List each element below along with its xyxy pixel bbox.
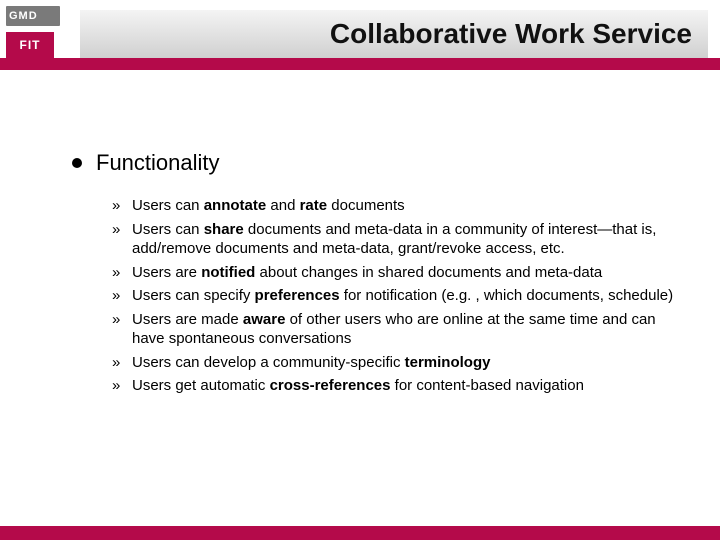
- section-heading: Functionality: [96, 150, 220, 176]
- slide-body: Functionality Users can annotate and rat…: [72, 150, 680, 400]
- title-band: Collaborative Work Service: [80, 10, 708, 58]
- list-item: Users can develop a community-specific t…: [112, 353, 680, 373]
- list-item: Users can share documents and meta-data …: [112, 220, 680, 259]
- slide-title: Collaborative Work Service: [330, 18, 692, 50]
- list-item: Users are notified about changes in shar…: [112, 263, 680, 283]
- bullet-dot-icon: [72, 158, 82, 168]
- list-item: Users can annotate and rate documents: [112, 196, 680, 216]
- bullet-list: Users can annotate and rate documents Use…: [112, 196, 680, 396]
- list-item: Users can specify preferences for notifi…: [112, 286, 680, 306]
- footer-bar: [0, 526, 720, 540]
- logo-fit-text: FIT: [6, 32, 54, 58]
- slide: GMD FIT Collaborative Work Service Funct…: [0, 0, 720, 540]
- accent-bar: [0, 58, 720, 70]
- brand-logo: GMD FIT: [6, 6, 78, 58]
- list-item: Users are made aware of other users who …: [112, 310, 680, 349]
- logo-gmd-text: GMD: [6, 6, 60, 26]
- heading-row: Functionality: [72, 150, 680, 176]
- list-item: Users get automatic cross-references for…: [112, 376, 680, 396]
